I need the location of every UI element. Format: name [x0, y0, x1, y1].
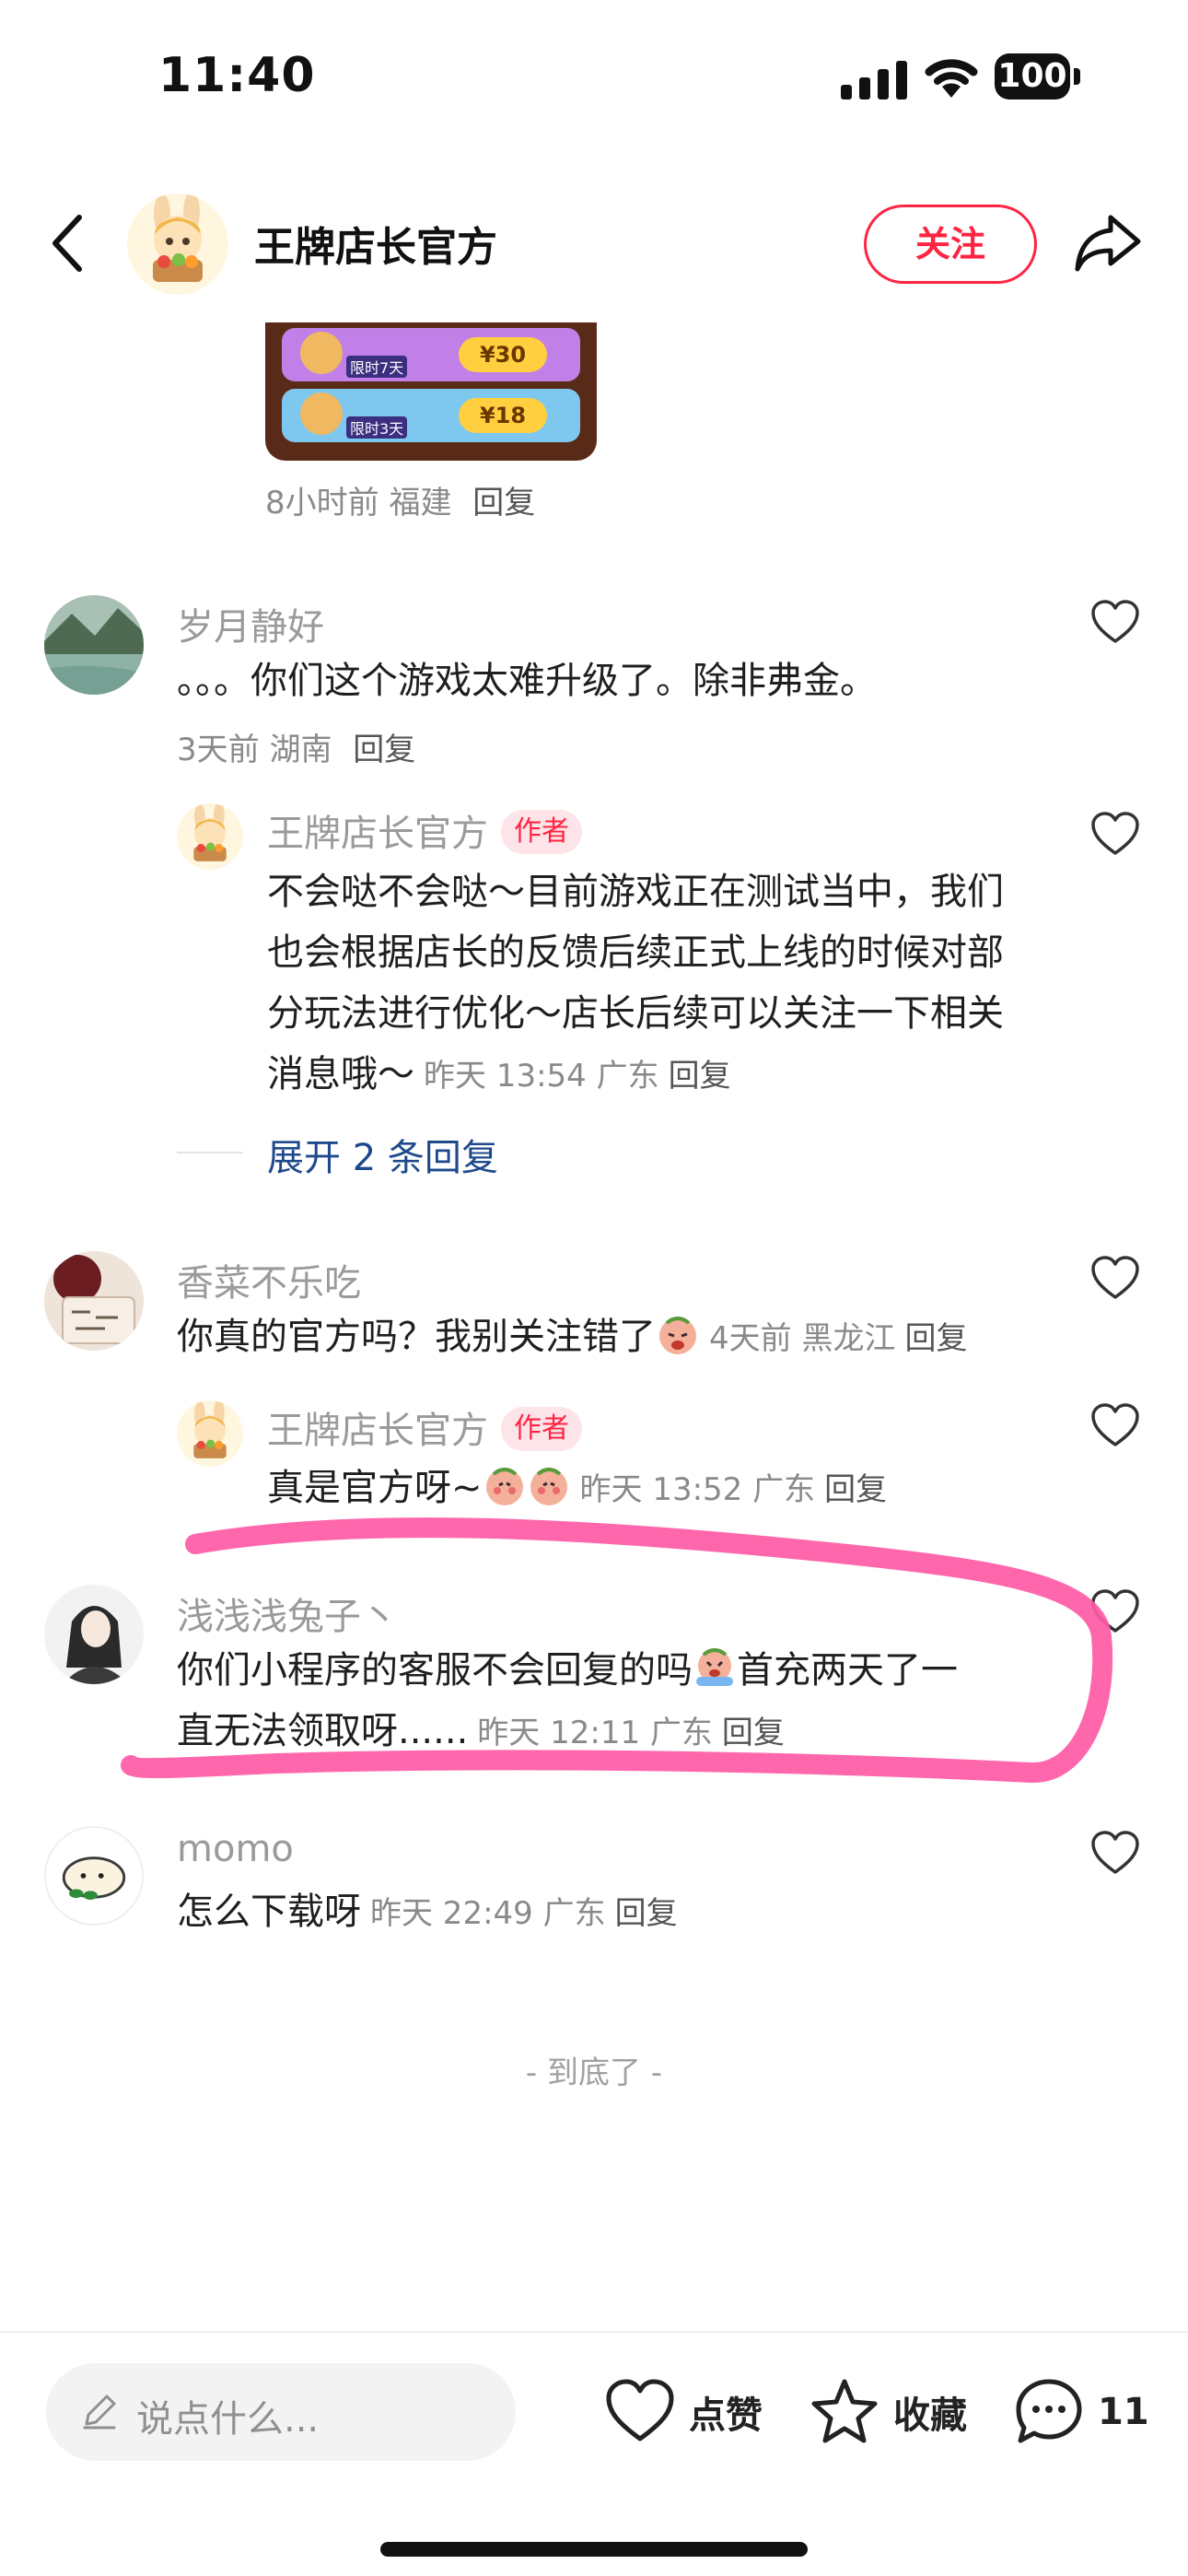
- like-heart-icon[interactable]: [1090, 1830, 1140, 1876]
- end-of-list-text: - 到底了 -: [525, 2055, 663, 2091]
- like-heart-icon[interactable]: [1090, 1402, 1140, 1448]
- comment-time-location: 昨天 22:49 广东: [370, 1895, 606, 1932]
- wifi-icon: [925, 59, 978, 98]
- like-label: 点赞: [689, 2395, 763, 2437]
- pen-icon: [83, 2395, 116, 2430]
- reply-link[interactable]: 回复: [669, 1058, 731, 1095]
- avatar[interactable]: [44, 1251, 144, 1351]
- comment-text[interactable]: 你们小程序的客服不会回复的吗 首充两天了一: [177, 1640, 958, 1701]
- share-icon[interactable]: [1074, 210, 1142, 275]
- comment-username[interactable]: 香菜不乐吃: [177, 1253, 361, 1306]
- like-heart-icon[interactable]: [1090, 811, 1140, 857]
- comment-text-content: 怎么下载呀: [177, 1891, 361, 1933]
- reply-link[interactable]: 回复: [824, 1471, 887, 1508]
- home-indicator: [380, 2542, 808, 2557]
- comment-bubble-icon: [1016, 2379, 1082, 2443]
- reply-username: 王牌店长官方 作者: [267, 1400, 582, 1455]
- avatar[interactable]: [44, 1826, 144, 1926]
- crying-emoji-icon: [659, 1317, 696, 1354]
- battery-icon: 100: [995, 53, 1083, 101]
- comment-count: 11: [1098, 2391, 1149, 2433]
- reply-link[interactable]: 回复: [353, 732, 415, 768]
- comment-text-part: 首充两天了一: [737, 1649, 958, 1692]
- comment-text[interactable]: 。。。你们这个游戏太难升级了。除非弗金。: [177, 650, 877, 711]
- comment-username[interactable]: 岁月静好: [177, 597, 324, 650]
- bottom-bar-divider: [0, 2331, 1188, 2333]
- reply-link[interactable]: 回复: [615, 1895, 678, 1932]
- comment-time-location: 8小时前 福建: [265, 485, 452, 521]
- expand-divider: [177, 1152, 243, 1153]
- reward-price: ¥30: [459, 337, 547, 372]
- comment-text-content: 你真的官方吗？我别关注错了: [177, 1316, 656, 1358]
- like-heart-icon[interactable]: [1090, 1255, 1140, 1301]
- follow-button[interactable]: 关注: [864, 205, 1037, 284]
- back-chevron-icon[interactable]: [44, 210, 92, 276]
- reply-time-location: 昨天 13:52 广东: [579, 1471, 816, 1508]
- heart-icon: [606, 2379, 674, 2441]
- comment-time-location: 昨天 12:11 广东: [477, 1715, 713, 1751]
- reply-link[interactable]: 回复: [904, 1320, 967, 1357]
- battery-level: 100: [995, 53, 1070, 100]
- expand-replies-link[interactable]: 展开 2 条回复: [267, 1128, 498, 1181]
- comment-text[interactable]: 怎么下载呀 昨天 22:49 广东 回复: [177, 1881, 678, 1944]
- reply-username-text[interactable]: 王牌店长官方: [267, 1410, 488, 1452]
- comment-time-location: 3天前 湖南: [177, 732, 332, 768]
- account-name[interactable]: 王牌店长官方: [254, 214, 497, 273]
- reward-tag: 限时3天: [346, 416, 408, 439]
- comment-text-line[interactable]: 直无法领取呀...... 昨天 12:11 广东 回复: [177, 1701, 785, 1763]
- avatar[interactable]: [44, 1585, 144, 1684]
- comment-text-part: 直无法领取呀......: [177, 1710, 469, 1752]
- like-button[interactable]: 点赞: [604, 2373, 763, 2451]
- comment-text-part: 你们小程序的客服不会回复的吗: [177, 1649, 693, 1692]
- reply-username: 王牌店长官方 作者: [267, 803, 582, 858]
- cellular-signal-icon: [841, 59, 907, 100]
- comment-username[interactable]: momo: [177, 1828, 294, 1870]
- reward-price: ¥18: [459, 398, 547, 433]
- comment-input[interactable]: 说点什么...: [46, 2363, 516, 2461]
- avatar[interactable]: [177, 803, 243, 870]
- reply-link[interactable]: 回复: [472, 485, 535, 521]
- comment-input-placeholder: 说点什么...: [136, 2398, 320, 2441]
- star-icon: [811, 2379, 878, 2443]
- comment-username[interactable]: 浅浅浅兔子丶: [177, 1587, 398, 1640]
- avatar[interactable]: [177, 1400, 243, 1467]
- collect-button[interactable]: 收藏: [809, 2373, 967, 2451]
- collect-label: 收藏: [893, 2395, 967, 2437]
- comment-time-location: 4天前 黑龙江: [709, 1320, 896, 1357]
- author-badge: 作者: [501, 810, 582, 854]
- shy-emoji-icon: [530, 1468, 567, 1505]
- comment-text[interactable]: 你真的官方吗？我别关注错了 4天前 黑龙江 回复: [177, 1306, 967, 1369]
- comment-image[interactable]: ¥30 限时7天 ¥18 限时3天: [265, 322, 597, 461]
- shy-emoji-icon: [485, 1468, 523, 1505]
- reply-text-content: 真是官方呀~: [267, 1467, 483, 1509]
- header-avatar[interactable]: [127, 193, 228, 295]
- status-time: 11:40: [158, 48, 316, 103]
- avatar[interactable]: [44, 595, 144, 695]
- comment-meta: 3天前 湖南 回复: [177, 724, 415, 769]
- reward-tag: 限时7天: [346, 356, 408, 378]
- reply-link[interactable]: 回复: [722, 1715, 785, 1751]
- reply-time-location: 昨天 13:54 广东: [424, 1058, 659, 1095]
- reply-text[interactable]: 真是官方呀~ 昨天 13:52 广东 回复: [267, 1458, 887, 1520]
- author-badge: 作者: [501, 1407, 582, 1451]
- like-heart-icon[interactable]: [1090, 599, 1140, 645]
- sobbing-emoji-icon: [696, 1648, 733, 1686]
- comment-meta: 8小时前 福建 回复: [265, 477, 535, 522]
- reply-text[interactable]: 不会哒不会哒～目前游戏正在测试当中，我们也会根据店长的反馈后续正式上线的时候对部…: [267, 861, 1031, 1107]
- comments-button[interactable]: 11: [1013, 2373, 1149, 2451]
- reply-username-text[interactable]: 王牌店长官方: [267, 813, 488, 855]
- like-heart-icon[interactable]: [1090, 1588, 1140, 1634]
